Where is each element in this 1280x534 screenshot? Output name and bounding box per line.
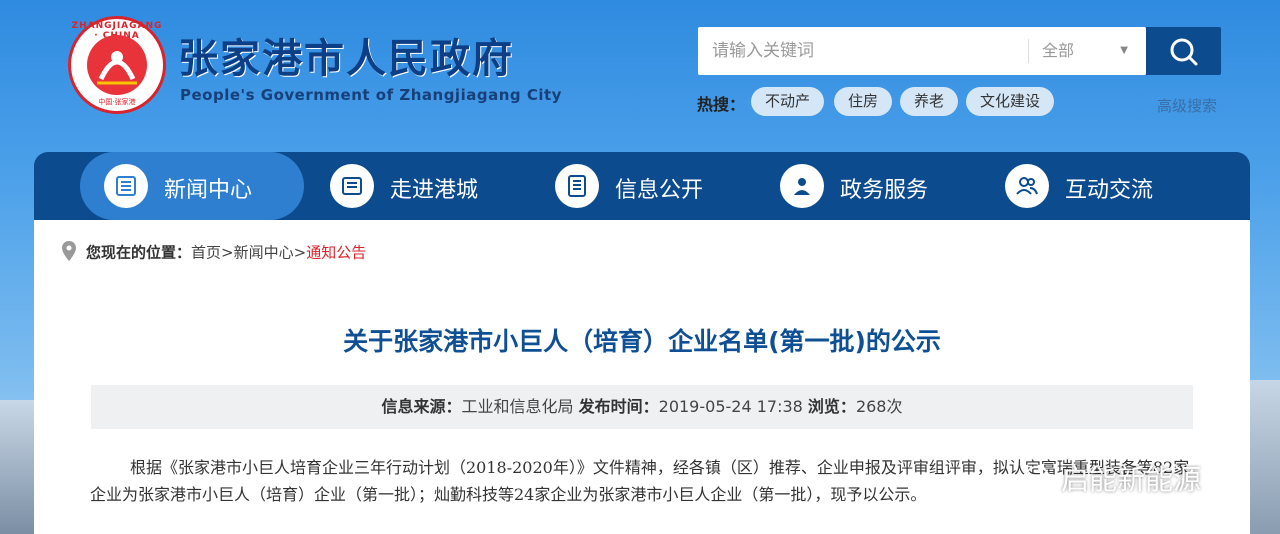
- hot-tag-elderly-care[interactable]: 养老: [900, 87, 959, 116]
- logo-emblem: [87, 35, 147, 95]
- breadcrumb: 您现在的位置：首页>新闻中心>通知公告: [62, 241, 366, 265]
- views-value: 268次: [855, 397, 903, 416]
- search-input[interactable]: [698, 27, 1028, 75]
- main-nav: 新闻中心 走进港城 信息公开 政务服务 互动交流: [34, 152, 1250, 220]
- time-label: 发布时间：: [578, 397, 659, 416]
- city-logo[interactable]: ZHANGJIAGANG · CHINA 中国·张家港: [68, 16, 166, 114]
- nav-label-disclosure: 信息公开: [615, 178, 704, 203]
- source-value: 工业和信息化局: [461, 397, 574, 416]
- site-subtitle: People's Government of Zhangjiagang City: [180, 86, 562, 104]
- hot-search-label: 热搜：: [697, 95, 746, 114]
- newspaper-icon: [104, 164, 148, 208]
- watermark-text: 启能新能源: [1061, 463, 1202, 496]
- article-meta: 信息来源：工业和信息化局 发布时间：2019-05-24 17:38 浏览：26…: [91, 385, 1193, 429]
- time-value: 2019-05-24 17:38: [658, 397, 803, 416]
- nav-item-interaction[interactable]: 互动交流: [981, 152, 1205, 220]
- search-scope-select[interactable]: 全部 ▼: [1042, 27, 1138, 75]
- search-button[interactable]: [1146, 27, 1221, 75]
- hot-tag-real-estate[interactable]: 不动产: [751, 87, 825, 116]
- hot-tag-culture[interactable]: 文化建设: [966, 87, 1055, 116]
- document-icon: [555, 164, 599, 208]
- search-icon: [1170, 38, 1198, 66]
- article-title: 关于张家港市小巨人（培育）企业名单(第一批)的公示: [343, 327, 941, 356]
- caret-down-icon: ▼: [1120, 45, 1128, 56]
- background-building-right: [1250, 380, 1280, 534]
- nav-label-news: 新闻中心: [164, 178, 253, 203]
- nav-label-services: 政务服务: [840, 178, 929, 203]
- advanced-search-link[interactable]: 高级搜索: [1157, 95, 1217, 116]
- user-service-icon: [780, 164, 824, 208]
- nav-item-news[interactable]: 新闻中心: [80, 152, 304, 220]
- breadcrumb-home-link[interactable]: 首页: [191, 244, 221, 262]
- search-box: 全部 ▼: [698, 27, 1146, 75]
- watermark: 启能新能源: [1025, 458, 1201, 498]
- hot-tag-housing[interactable]: 住房: [834, 87, 893, 116]
- breadcrumb-current-link[interactable]: 通知公告: [306, 244, 366, 262]
- list-icon: [330, 164, 374, 208]
- location-pin-icon: [62, 241, 76, 265]
- wechat-icon: [1025, 465, 1055, 498]
- nav-item-city[interactable]: 走进港城: [306, 152, 530, 220]
- nav-label-city: 走进港城: [390, 178, 479, 203]
- background-building-left: [0, 400, 34, 534]
- breadcrumb-separator: >: [293, 243, 307, 262]
- search-divider: [1028, 39, 1029, 63]
- site-title[interactable]: 张家港市人民政府: [178, 26, 514, 84]
- source-label: 信息来源：: [381, 397, 462, 416]
- logo-bottom-text: 中国·张家港: [98, 98, 136, 106]
- breadcrumb-section-link[interactable]: 新闻中心: [234, 244, 294, 262]
- breadcrumb-separator: >: [221, 243, 234, 262]
- search-scope-value: 全部: [1042, 41, 1075, 60]
- logo-emblem-icon: [97, 51, 137, 85]
- views-label: 浏览：: [807, 397, 856, 416]
- nav-item-services[interactable]: 政务服务: [756, 152, 980, 220]
- nav-item-disclosure[interactable]: 信息公开: [531, 152, 755, 220]
- people-icon: [1005, 164, 1049, 208]
- nav-label-interaction: 互动交流: [1065, 178, 1154, 203]
- breadcrumb-label: 您现在的位置：: [86, 243, 192, 262]
